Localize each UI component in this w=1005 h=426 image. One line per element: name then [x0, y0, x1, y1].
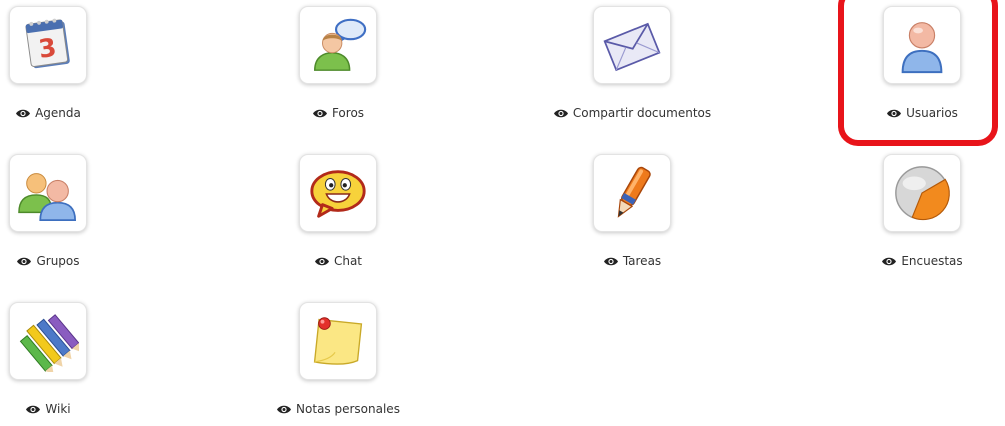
- user-icon[interactable]: [883, 6, 961, 84]
- tool-label-tareas[interactable]: Tareas: [512, 254, 752, 268]
- pen-icon[interactable]: [593, 154, 671, 232]
- tool-label-agenda[interactable]: Agenda: [0, 106, 168, 120]
- smiley-chat-icon[interactable]: [299, 154, 377, 232]
- wiki-label: Wiki: [45, 402, 71, 416]
- tool-label-encuestas[interactable]: Encuestas: [802, 254, 1005, 268]
- usuarios-label: Usuarios: [906, 106, 958, 120]
- compartir-documentos-label: Compartir documentos: [572, 106, 712, 120]
- pencils-icon[interactable]: [9, 302, 87, 380]
- tool-label-compartir-documentos[interactable]: Compartir documentos: [512, 106, 752, 120]
- envelope-icon[interactable]: [593, 6, 671, 84]
- tool-tareas: Tareas: [512, 148, 752, 278]
- eye-icon[interactable]: [15, 108, 31, 119]
- eye-icon[interactable]: [312, 108, 328, 119]
- tool-label-chat[interactable]: Chat: [218, 254, 458, 268]
- tool-wiki: Wiki: [0, 296, 168, 426]
- eye-icon[interactable]: [16, 256, 32, 267]
- eye-icon[interactable]: [276, 404, 292, 415]
- tool-label-usuarios[interactable]: Usuarios: [802, 106, 1005, 120]
- tool-grupos: Grupos: [0, 148, 168, 278]
- tool-label-notas-personales[interactable]: Notas personales: [218, 402, 458, 416]
- tool-label-foros[interactable]: Foros: [218, 106, 458, 120]
- tool-agenda: 3 Agenda: [0, 0, 168, 130]
- tool-foros: Foros: [218, 0, 458, 130]
- agenda-label: Agenda: [35, 106, 81, 120]
- eye-icon[interactable]: [881, 256, 897, 267]
- eye-icon[interactable]: [25, 404, 41, 415]
- grupos-label: Grupos: [36, 254, 80, 268]
- tool-encuestas: Encuestas: [802, 148, 1005, 278]
- forum-user-bubble-icon[interactable]: [299, 6, 377, 84]
- notas-personales-label: Notas personales: [296, 402, 400, 416]
- eye-icon[interactable]: [603, 256, 619, 267]
- tareas-label: Tareas: [622, 254, 662, 268]
- sticky-note-icon[interactable]: [299, 302, 377, 380]
- tool-label-grupos[interactable]: Grupos: [0, 254, 168, 268]
- pie-survey-icon[interactable]: [883, 154, 961, 232]
- tool-usuarios: Usuarios: [802, 0, 1005, 130]
- tool-label-wiki[interactable]: Wiki: [0, 402, 168, 416]
- foros-label: Foros: [331, 106, 365, 120]
- chat-label: Chat: [333, 254, 363, 268]
- encuestas-label: Encuestas: [901, 254, 963, 268]
- tool-chat: Chat: [218, 148, 458, 278]
- group-users-icon[interactable]: [9, 154, 87, 232]
- tool-notas-personales: Notas personales: [218, 296, 458, 426]
- tool-compartir-documentos: Compartir documentos: [512, 0, 752, 130]
- calendar-icon[interactable]: 3: [9, 6, 87, 84]
- eye-icon[interactable]: [314, 256, 330, 267]
- eye-icon[interactable]: [886, 108, 902, 119]
- eye-icon[interactable]: [553, 108, 569, 119]
